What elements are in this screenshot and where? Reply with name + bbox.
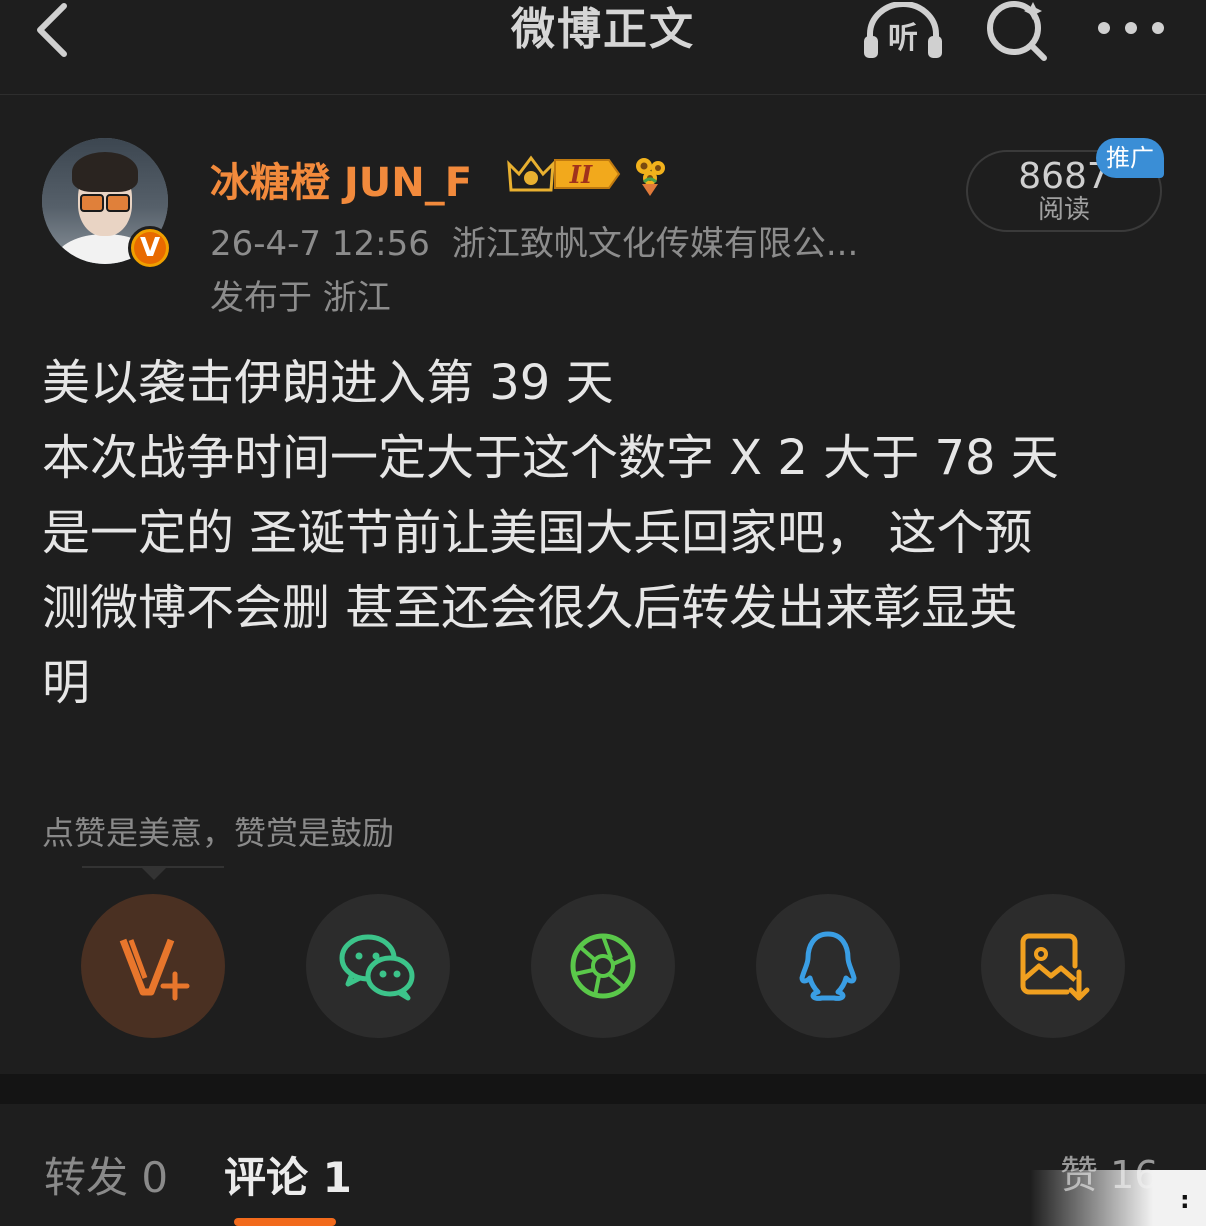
post-location: 发布于 浙江 xyxy=(210,278,391,318)
author-name[interactable]: 冰糖橙 JUN_F xyxy=(210,150,472,208)
post-time: 26-4-7 12:56 xyxy=(210,224,430,264)
share-wechat-button[interactable] xyxy=(306,894,450,1038)
promote-tag[interactable]: 推广 xyxy=(1096,138,1164,178)
more-options-icon[interactable] xyxy=(1094,14,1168,44)
corner-mark: : xyxy=(1180,1186,1190,1214)
tab-comment[interactable]: 评论 1 xyxy=(224,1144,352,1205)
v-plus-icon xyxy=(119,938,190,1001)
listen-label: 听 xyxy=(888,21,918,56)
tab-repost[interactable]: 转发 0 xyxy=(44,1144,168,1205)
post-meta: 26-4-7 12:56 浙江致帆文化传媒有限公... xyxy=(210,216,858,265)
qq-icon xyxy=(799,931,857,1001)
post-line: 美以袭击伊朗进入第 39 天 xyxy=(42,355,614,411)
post-content: 美以袭击伊朗进入第 39 天 本次战争时间一定大于这个数字 X 2 大于 78 … xyxy=(42,346,1172,721)
tip-caret xyxy=(140,866,168,880)
save-image-button[interactable] xyxy=(981,894,1125,1038)
section-divider xyxy=(0,1074,1206,1104)
read-label: 阅读 xyxy=(1037,195,1090,225)
moments-icon xyxy=(570,933,636,999)
wechat-icon xyxy=(339,934,415,1001)
active-tab-indicator xyxy=(234,1218,336,1226)
reward-tip: 点赞是美意，赞赏是鼓励 xyxy=(42,814,395,852)
verified-badge-icon: V xyxy=(128,226,172,270)
post-source[interactable]: 浙江致帆文化传媒有限公... xyxy=(452,224,858,264)
post-tabs: 转发 0 评论 1 赞 16 xyxy=(0,1104,1206,1226)
sunflower-badge-icon xyxy=(636,158,665,196)
post-line: 是一定的 圣诞节前让美国大兵回家吧， 这个预 xyxy=(42,505,1033,561)
v-plus-reward-button[interactable] xyxy=(81,894,225,1038)
share-qq-button[interactable] xyxy=(756,894,900,1038)
member-level-crown-icon[interactable]: II xyxy=(505,150,623,196)
top-nav-bar: 微博正文 听 xyxy=(0,0,1206,95)
post-line: 本次战争时间一定大于这个数字 X 2 大于 78 天 xyxy=(42,430,1059,486)
share-moments-button[interactable] xyxy=(531,894,675,1038)
save-image-icon xyxy=(1020,933,1090,1001)
listen-headphones-icon[interactable]: 听 xyxy=(860,2,946,62)
post-line: 测微博不会删 甚至还会很久后转发出来彰显英 xyxy=(42,580,1018,636)
search-icon[interactable] xyxy=(982,0,1052,62)
level-badge-text: II xyxy=(569,160,593,189)
post-line: 明 xyxy=(42,655,91,711)
